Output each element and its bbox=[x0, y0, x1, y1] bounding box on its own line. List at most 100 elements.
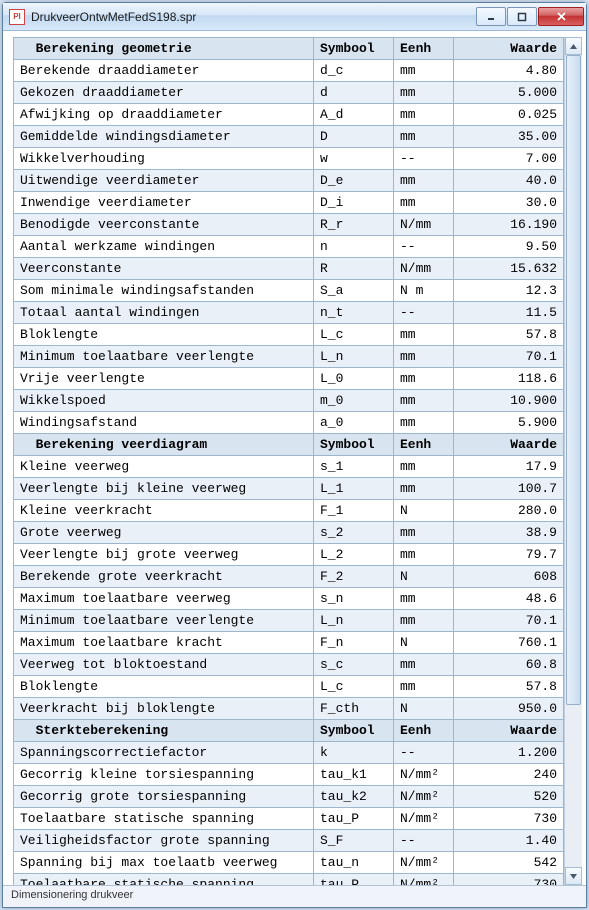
row-value: 5.000 bbox=[454, 82, 564, 104]
row-label: Berekende grote veerkracht bbox=[14, 566, 314, 588]
row-label: Wikkelverhouding bbox=[14, 148, 314, 170]
row-symbol: s_2 bbox=[314, 522, 394, 544]
row-unit: N/mm bbox=[394, 214, 454, 236]
row-label: Grote veerweg bbox=[14, 522, 314, 544]
row-symbol: D_i bbox=[314, 192, 394, 214]
row-label: Maximum toelaatbare kracht bbox=[14, 632, 314, 654]
row-symbol: k bbox=[314, 742, 394, 764]
row-label: Maximum toelaatbare veerweg bbox=[14, 588, 314, 610]
row-value: 12.3 bbox=[454, 280, 564, 302]
row-value: 35.00 bbox=[454, 126, 564, 148]
row-value: 542 bbox=[454, 852, 564, 874]
row-unit: -- bbox=[394, 148, 454, 170]
table-scrollpane: Berekening geometrieSymboolEenhWaardeBer… bbox=[13, 37, 564, 885]
row-label: Veiligheidsfactor grote spanning bbox=[14, 830, 314, 852]
row-value: 0.025 bbox=[454, 104, 564, 126]
row-unit: mm bbox=[394, 368, 454, 390]
row-symbol: n_t bbox=[314, 302, 394, 324]
row-unit: N/mm bbox=[394, 258, 454, 280]
row-value: 240 bbox=[454, 764, 564, 786]
row-unit: -- bbox=[394, 302, 454, 324]
row-unit: mm bbox=[394, 170, 454, 192]
row-value: 17.9 bbox=[454, 456, 564, 478]
row-label: Aantal werkzame windingen bbox=[14, 236, 314, 258]
row-label: Inwendige veerdiameter bbox=[14, 192, 314, 214]
row-value: 70.1 bbox=[454, 346, 564, 368]
section-title: Sterkteberekening bbox=[14, 720, 314, 742]
section-title: Berekening geometrie bbox=[14, 38, 314, 60]
row-value: 15.632 bbox=[454, 258, 564, 280]
row-value: 57.8 bbox=[454, 676, 564, 698]
row-symbol: F_2 bbox=[314, 566, 394, 588]
row-symbol: R bbox=[314, 258, 394, 280]
section-title: Berekening veerdiagram bbox=[14, 434, 314, 456]
data-table: Berekening geometrieSymboolEenhWaardeBer… bbox=[13, 37, 564, 885]
row-unit: mm bbox=[394, 456, 454, 478]
row-value: 9.50 bbox=[454, 236, 564, 258]
row-symbol: F_n bbox=[314, 632, 394, 654]
row-value: 48.6 bbox=[454, 588, 564, 610]
row-value: 1.200 bbox=[454, 742, 564, 764]
row-label: Afwijking op draaddiameter bbox=[14, 104, 314, 126]
window-title: DrukveerOntwMetFedS198.spr bbox=[31, 10, 476, 24]
row-label: Wikkelspoed bbox=[14, 390, 314, 412]
maximize-button[interactable] bbox=[507, 7, 537, 26]
row-symbol: s_1 bbox=[314, 456, 394, 478]
row-value: 608 bbox=[454, 566, 564, 588]
row-symbol: tau_P bbox=[314, 874, 394, 886]
vertical-scrollbar[interactable] bbox=[564, 37, 582, 885]
row-symbol: L_c bbox=[314, 324, 394, 346]
row-label: Veerconstante bbox=[14, 258, 314, 280]
row-label: Gecorrig kleine torsiespanning bbox=[14, 764, 314, 786]
scroll-thumb[interactable] bbox=[566, 55, 581, 705]
col-symbol-header: Symbool bbox=[314, 720, 394, 742]
row-value: 30.0 bbox=[454, 192, 564, 214]
close-button[interactable] bbox=[538, 7, 584, 26]
row-label: Gemiddelde windingsdiameter bbox=[14, 126, 314, 148]
row-unit: mm bbox=[394, 588, 454, 610]
row-label: Uitwendige veerdiameter bbox=[14, 170, 314, 192]
row-label: Spanning bij max toelaatb veerweg bbox=[14, 852, 314, 874]
row-unit: N/mm² bbox=[394, 808, 454, 830]
col-symbol-header: Symbool bbox=[314, 38, 394, 60]
row-label: Toelaatbare statische spanning bbox=[14, 808, 314, 830]
row-label: Veerlengte bij grote veerweg bbox=[14, 544, 314, 566]
row-symbol: w bbox=[314, 148, 394, 170]
row-label: Veerkracht bij bloklengte bbox=[14, 698, 314, 720]
scroll-down-arrow[interactable] bbox=[565, 867, 582, 885]
row-value: 760.1 bbox=[454, 632, 564, 654]
row-label: Benodigde veerconstante bbox=[14, 214, 314, 236]
row-value: 100.7 bbox=[454, 478, 564, 500]
row-symbol: D bbox=[314, 126, 394, 148]
row-symbol: L_0 bbox=[314, 368, 394, 390]
row-label: Gekozen draaddiameter bbox=[14, 82, 314, 104]
window: PI DrukveerOntwMetFedS198.spr Berekening… bbox=[2, 2, 587, 908]
row-symbol: n bbox=[314, 236, 394, 258]
row-value: 950.0 bbox=[454, 698, 564, 720]
titlebar[interactable]: PI DrukveerOntwMetFedS198.spr bbox=[3, 3, 586, 31]
row-unit: N bbox=[394, 632, 454, 654]
row-value: 7.00 bbox=[454, 148, 564, 170]
col-unit-header: Eenh bbox=[394, 434, 454, 456]
row-unit: N bbox=[394, 500, 454, 522]
scroll-track[interactable] bbox=[565, 55, 582, 867]
row-symbol: L_c bbox=[314, 676, 394, 698]
row-symbol: R_r bbox=[314, 214, 394, 236]
row-symbol: L_n bbox=[314, 610, 394, 632]
row-value: 118.6 bbox=[454, 368, 564, 390]
row-label: Gecorrig grote torsiespanning bbox=[14, 786, 314, 808]
row-label: Som minimale windingsafstanden bbox=[14, 280, 314, 302]
row-value: 57.8 bbox=[454, 324, 564, 346]
row-value: 70.1 bbox=[454, 610, 564, 632]
scroll-up-arrow[interactable] bbox=[565, 37, 582, 55]
row-value: 11.5 bbox=[454, 302, 564, 324]
row-value: 730 bbox=[454, 874, 564, 886]
row-value: 4.80 bbox=[454, 60, 564, 82]
row-label: Windingsafstand bbox=[14, 412, 314, 434]
row-unit: N/mm² bbox=[394, 786, 454, 808]
row-symbol: L_n bbox=[314, 346, 394, 368]
content-area: Berekening geometrieSymboolEenhWaardeBer… bbox=[3, 31, 586, 885]
row-symbol: s_n bbox=[314, 588, 394, 610]
row-value: 10.900 bbox=[454, 390, 564, 412]
minimize-button[interactable] bbox=[476, 7, 506, 26]
